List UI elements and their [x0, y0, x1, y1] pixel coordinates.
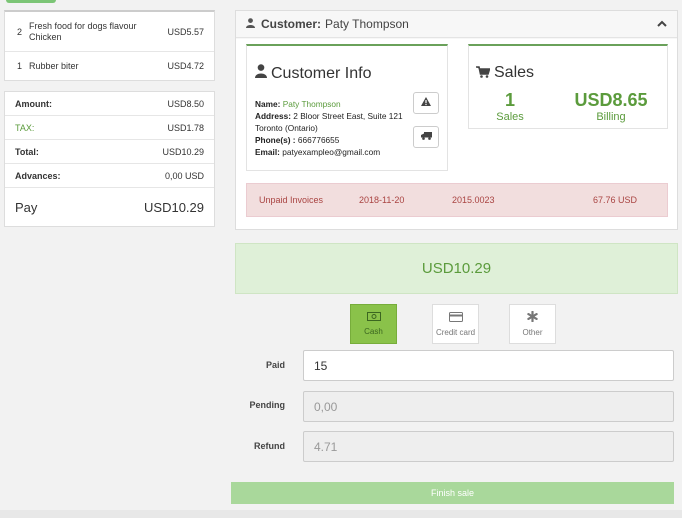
- refund-field: [303, 431, 674, 462]
- unpaid-invoices-alert[interactable]: Unpaid Invoices 2018-11-20 2015.0023 67.…: [246, 183, 668, 217]
- customer-phone: 666776655: [297, 135, 340, 145]
- pay-label: Pay: [15, 199, 38, 215]
- customer-header-label: Customer:: [261, 17, 322, 31]
- advances-label: Advances:: [15, 170, 61, 181]
- pending-label: Pending: [249, 400, 286, 410]
- sales-card: Sales 1 Sales USD8.65 Billing: [468, 44, 668, 129]
- advances-row: Advances: 0,00 USD: [5, 164, 214, 188]
- cart-item-name: Fresh food for dogs flavour Chicken: [29, 20, 137, 42]
- customer-info-title: Customer Info: [255, 64, 371, 83]
- other-method-label: Other: [522, 328, 543, 337]
- top-tab-indicator: [6, 0, 56, 3]
- customer-name: Paty Thompson: [282, 99, 341, 109]
- billing-label: Billing: [596, 111, 626, 123]
- credit-card-method-button[interactable]: Credit card: [432, 304, 479, 344]
- customer-details: Name: Paty Thompson Address: 2 Bloor Str…: [255, 98, 415, 158]
- pay-row: Pay USD10.29: [5, 188, 214, 226]
- cash-method-button[interactable]: Cash: [350, 304, 397, 344]
- pay-value: USD10.29: [144, 199, 204, 215]
- cart-item-name: Rubber biter: [29, 60, 79, 71]
- cart-item[interactable]: 1 Rubber biter USD4.72: [5, 52, 214, 80]
- cart-icon: [476, 65, 491, 81]
- customer-panel-body: Customer Info Name: Paty Thompson Addres…: [236, 39, 677, 229]
- asterisk-icon: [527, 310, 538, 325]
- warning-icon: [421, 97, 431, 109]
- credit-card-method-label: Credit card: [435, 327, 476, 337]
- warning-button[interactable]: [413, 92, 439, 114]
- phone-label: Phone(s) :: [255, 135, 296, 145]
- unpaid-label: Unpaid Invoices: [259, 195, 324, 205]
- customer-city: Toronto (Ontario): [255, 123, 318, 133]
- unpaid-number: 2015.0023: [452, 195, 495, 205]
- amount-value: USD8.50: [167, 98, 204, 109]
- other-method-button[interactable]: Other: [509, 304, 556, 344]
- cash-method-label: Cash: [364, 327, 383, 336]
- customer-header-name: Paty Thompson: [325, 17, 409, 31]
- cart-item-qty: 1: [17, 61, 23, 71]
- cart-item-price: USD4.72: [167, 61, 204, 71]
- user-icon: [255, 64, 267, 83]
- sales-count-label: Sales: [496, 111, 524, 123]
- sales-title: Sales: [476, 64, 534, 82]
- pending-field: [303, 391, 674, 422]
- user-icon: [246, 17, 255, 31]
- sales-title-text: Sales: [494, 64, 535, 81]
- payment-total-banner: USD10.29: [235, 243, 678, 294]
- amount-label: Amount:: [15, 98, 52, 109]
- tax-label: TAX:: [15, 122, 35, 133]
- truck-icon: [420, 131, 432, 143]
- customer-panel: Customer: Paty Thompson Customer Info Na…: [235, 10, 678, 230]
- amount-row: Amount: USD8.50: [5, 92, 214, 116]
- cart-item-price: USD5.57: [167, 26, 204, 37]
- paid-label: Paid: [265, 360, 285, 370]
- advances-value: 0,00 USD: [164, 170, 204, 181]
- total-row: Total: USD10.29: [5, 140, 214, 164]
- customer-info-card: Customer Info Name: Paty Thompson Addres…: [246, 44, 448, 171]
- customer-email: patyexampleo@gmail.com: [282, 147, 381, 157]
- tax-row: TAX: USD1.78: [5, 116, 214, 140]
- billing-stat: USD8.65 Billing: [561, 90, 661, 123]
- truck-button[interactable]: [413, 126, 439, 148]
- credit-card-icon: [448, 311, 463, 325]
- paid-input[interactable]: [303, 350, 674, 381]
- tax-value: USD1.78: [167, 122, 204, 133]
- cart-item-qty: 2: [17, 26, 23, 37]
- unpaid-date: 2018-11-20: [359, 195, 405, 205]
- customer-panel-header[interactable]: Customer: Paty Thompson: [236, 11, 677, 38]
- payment-total: USD10.29: [421, 260, 492, 277]
- finish-sale-button[interactable]: Finish sale: [231, 482, 674, 504]
- sales-count: 1: [504, 90, 515, 110]
- customer-address: 2 Bloor Street East, Suite 121: [293, 111, 403, 121]
- refund-label: Refund: [254, 441, 285, 451]
- address-label: Address:: [255, 111, 291, 121]
- total-value: USD10.29: [162, 146, 204, 157]
- total-label: Total:: [15, 146, 39, 157]
- billing-value: USD8.65: [574, 90, 648, 110]
- cash-icon: [366, 312, 381, 324]
- cart-items-list: 2 Fresh food for dogs flavour Chicken US…: [4, 10, 215, 81]
- totals-panel: Amount: USD8.50 TAX: USD1.78 Total: USD1…: [4, 91, 215, 227]
- email-label: Email:: [255, 147, 280, 157]
- name-label: Name:: [255, 99, 281, 109]
- customer-info-title-text: Customer Info: [271, 64, 372, 82]
- sales-count-stat: 1 Sales: [485, 90, 535, 123]
- bottom-strip: [0, 510, 682, 518]
- chevron-up-icon[interactable]: [657, 18, 667, 30]
- unpaid-amount: 67.76 USD: [593, 195, 638, 205]
- cart-item[interactable]: 2 Fresh food for dogs flavour Chicken US…: [5, 12, 214, 52]
